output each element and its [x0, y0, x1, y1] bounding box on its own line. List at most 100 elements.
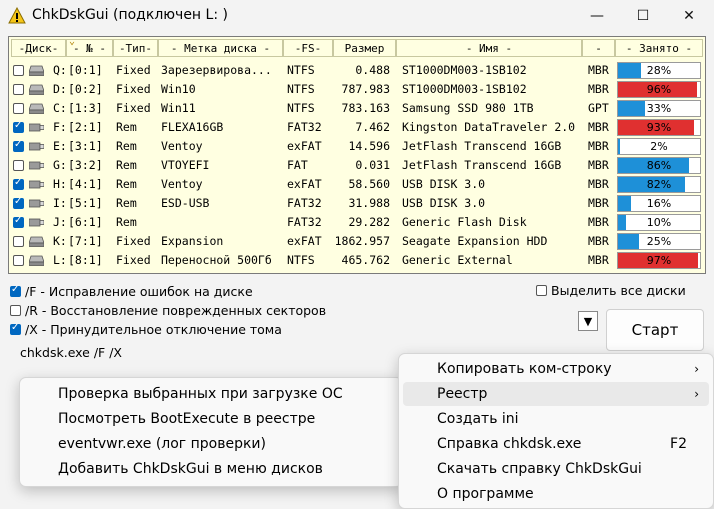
dropdown-arrow-button[interactable]: ▼ [578, 311, 598, 331]
cell-size: 0.488 [355, 63, 390, 77]
column-header-fs[interactable]: -FS- [283, 39, 333, 57]
cell-name: USB DISK 3.0 [402, 177, 486, 191]
cell-label: VTOYEFI [161, 158, 210, 172]
usage-label: 82% [646, 178, 672, 191]
submenu-item[interactable]: Посмотреть BootExecute в реестре [24, 407, 398, 431]
cell-name: Samsung SSD 980 1TB [402, 101, 534, 115]
cell-pt: MBR [588, 253, 609, 267]
recover-checkbox[interactable] [10, 305, 21, 316]
column-header-disk[interactable]: -Диск- [11, 39, 66, 57]
cell-pt: MBR [588, 196, 609, 210]
cell-disk: E: [53, 139, 67, 153]
option-force[interactable]: /X - Принудительное отключение тома [10, 322, 282, 337]
column-header-size[interactable]: Размер [333, 39, 396, 57]
menu-item-shortcut: F2 [670, 436, 687, 452]
cell-name: ST1000DM003-1SB102 [402, 63, 527, 77]
row-checkbox[interactable] [13, 120, 24, 133]
usage-label: 96% [646, 83, 672, 96]
select-all-checkbox[interactable] [536, 285, 547, 296]
cell-fs: NTFS [287, 63, 315, 77]
usage-label: 33% [646, 102, 672, 115]
column-header-used[interactable]: - Занято - [615, 39, 703, 57]
cell-disk: K: [53, 234, 67, 248]
row-checkbox[interactable] [13, 84, 24, 95]
submenu-item-label: eventvwr.exe (лог проверки) [58, 436, 266, 452]
cell-type: Rem [116, 215, 137, 229]
cell-type: Rem [116, 120, 137, 134]
cell-num: [0:2] [68, 82, 103, 96]
table-row[interactable]: F:[2:1] Rem FLEXA16GB FAT32 7.462 Kingston Da… [9, 118, 705, 137]
usage-bar: 86% [617, 157, 701, 174]
column-header-name[interactable]: - Имя - [396, 39, 582, 57]
row-checkbox[interactable] [13, 65, 24, 76]
menu-item[interactable]: Реестр › [403, 382, 709, 406]
cell-pt: GPT [588, 101, 609, 115]
table-row[interactable]: J:[6:1] Rem FAT32 29.282 Generic Flash Disk M… [9, 213, 705, 232]
hdd-icon [29, 236, 44, 247]
column-header-type[interactable]: -Тип- [113, 39, 158, 57]
table-row[interactable]: K: [7:1] Fixed Expansion exFAT 1862.957 Seagat… [9, 232, 705, 251]
usb-icon [29, 161, 44, 170]
cell-fs: FAT32 [287, 120, 322, 134]
row-checkbox[interactable] [13, 236, 24, 247]
row-checkbox[interactable] [13, 139, 24, 152]
maximize-button[interactable]: ☐ [620, 0, 666, 32]
cell-pt: MBR [588, 63, 609, 77]
usage-label: 97% [646, 254, 672, 267]
usage-bar: 33% [617, 100, 701, 117]
cell-size: 7.462 [355, 120, 390, 134]
column-header-label[interactable]: - Метка диска - [158, 39, 283, 57]
cell-pt: MBR [588, 120, 609, 134]
cell-pt: MBR [588, 177, 609, 191]
cell-size: 787.983 [341, 82, 390, 96]
window-title: ChkDskGui (подключен L: ) [32, 7, 228, 23]
submenu-item[interactable]: eventvwr.exe (лог проверки) [24, 432, 398, 456]
column-header-partition[interactable]: - [582, 39, 615, 57]
usage-label: 25% [646, 235, 672, 248]
cell-disk: I: [53, 196, 67, 210]
usage-label: 28% [646, 64, 672, 77]
row-checkbox[interactable] [13, 196, 24, 209]
option-recover[interactable]: /R - Восстановление поврежденных секторо… [10, 303, 326, 318]
menu-item[interactable]: Создать ini [403, 407, 709, 431]
menu-item[interactable]: Копировать ком-строку › [403, 357, 709, 381]
fix-checkbox[interactable] [10, 284, 21, 297]
cell-size: 0.031 [355, 158, 390, 172]
menu-item[interactable]: О программе [403, 482, 709, 506]
menu-item[interactable]: Справка chkdsk.exe F2 [403, 432, 709, 456]
table-row[interactable]: E:[3:1] Rem Ventoy exFAT 14.596 JetFlash Tran… [9, 137, 705, 156]
close-button[interactable]: ✕ [666, 0, 712, 32]
submenu-item[interactable]: Проверка выбранных при загрузке ОС [24, 382, 398, 406]
row-checkbox[interactable] [13, 177, 24, 190]
hdd-icon [29, 255, 44, 266]
option-fix[interactable]: /F - Исправление ошибок на диске [10, 284, 253, 299]
chevron-right-icon: › [694, 387, 699, 401]
cell-disk: G: [53, 158, 67, 172]
table-row[interactable]: I:[5:1] Rem ESD-USB FAT32 31.988 USB DISK 3.… [9, 194, 705, 213]
menu-item[interactable]: Скачать справку ChkDskGui [403, 457, 709, 481]
force-checkbox[interactable] [10, 322, 21, 335]
start-button[interactable]: Старт [606, 309, 704, 351]
column-header-number[interactable]: ⌄ - № - [66, 36, 113, 57]
table-row[interactable]: Q: [0:1] Fixed Зарезервирова... NTFS 0.488 ST1… [9, 61, 705, 80]
cell-disk: D: [53, 82, 67, 96]
table-row[interactable]: H:[4:1] Rem Ventoy exFAT 58.560 USB DISK 3.0… [9, 175, 705, 194]
row-checkbox[interactable] [13, 103, 24, 114]
cell-num: [5:1] [68, 196, 103, 210]
table-row[interactable]: G: [3:2] Rem VTOYEFI FAT 0.031 JetFlash Transc… [9, 156, 705, 175]
minimize-button[interactable]: — [574, 0, 620, 32]
cell-label: FLEXA16GB [161, 120, 224, 134]
row-checkbox[interactable] [13, 215, 24, 228]
row-checkbox[interactable] [13, 255, 24, 266]
option-select-all[interactable]: Выделить все диски [536, 283, 686, 298]
submenu-item[interactable]: Добавить ChkDskGui в меню дисков [24, 457, 398, 481]
table-row[interactable]: D: [0:2] Fixed Win10 NTFS 787.983 ST1000DM003-… [9, 80, 705, 99]
row-checkbox[interactable] [13, 160, 24, 171]
cell-type: Rem [116, 139, 137, 153]
cell-type: Rem [116, 158, 137, 172]
table-row[interactable]: L: [8:1] Fixed Переносной 500Гб NTFS 465.762 G… [9, 251, 705, 270]
title-bar: ChkDskGui (подключен L: ) — ☐ ✕ [0, 0, 714, 32]
table-row[interactable]: C: [1:3] Fixed Win11 NTFS 783.163 Samsung SSD … [9, 99, 705, 118]
usage-bar: 97% [617, 252, 701, 269]
cell-pt: MBR [588, 82, 609, 96]
